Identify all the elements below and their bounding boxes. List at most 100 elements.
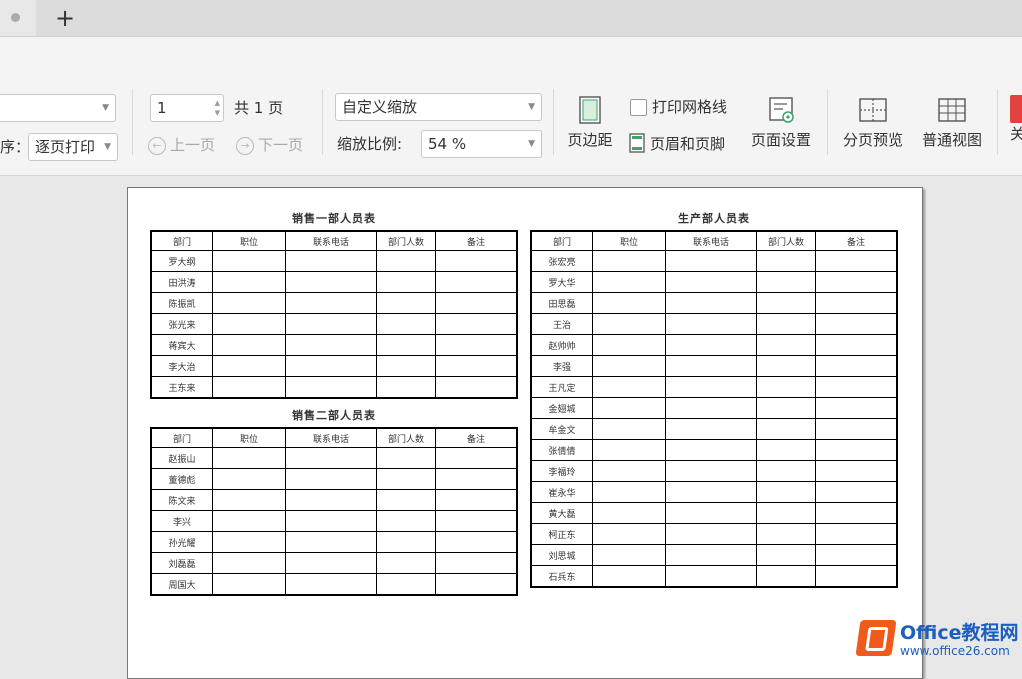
normal-view-button[interactable]: 普通视图 xyxy=(917,95,987,150)
empty-cell xyxy=(212,250,286,272)
zoom-ratio-select[interactable]: 54 % ▼ xyxy=(421,130,542,158)
prev-page-button[interactable]: ← 上一页 xyxy=(148,131,215,159)
name-cell: 牟金文 xyxy=(530,418,593,440)
empty-cell xyxy=(212,313,286,335)
empty-cell xyxy=(592,397,666,419)
name-cell: 王东来 xyxy=(150,376,213,399)
empty-cell xyxy=(376,573,436,596)
tab-close-dot-icon[interactable] xyxy=(11,13,20,22)
production-sheet: 生产部人员表 部门 职位 联系电话 部门人数 备注 张宏亮 罗大华 田思磊 王治 赵帅帅 李强 王凡定… xyxy=(530,210,898,588)
table-row: 陈振凯 xyxy=(150,292,518,314)
empty-cell xyxy=(815,292,898,314)
empty-cell xyxy=(435,573,518,596)
page-margin-button[interactable]: 页边距 xyxy=(562,95,618,150)
empty-cell xyxy=(756,376,816,398)
empty-cell xyxy=(212,573,286,596)
empty-cell xyxy=(376,334,436,356)
empty-cell xyxy=(212,447,286,469)
name-cell: 赵振山 xyxy=(150,447,213,469)
empty-cell xyxy=(212,531,286,553)
empty-cell xyxy=(665,271,757,293)
name-cell: 罗大纲 xyxy=(150,250,213,272)
table-row: 李强 xyxy=(530,355,898,377)
empty-cell xyxy=(756,250,816,272)
empty-cell xyxy=(756,355,816,377)
empty-cell xyxy=(756,439,816,461)
empty-cell xyxy=(815,313,898,335)
table-row: 石兵东 xyxy=(530,565,898,588)
empty-cell xyxy=(665,313,757,335)
empty-cell xyxy=(665,376,757,398)
table-row: 孙光耀 xyxy=(150,531,518,553)
header-footer-button[interactable]: 页眉和页脚 xyxy=(628,130,725,158)
empty-cell xyxy=(815,523,898,545)
table-header-row: 部门 职位 联系电话 部门人数 备注 xyxy=(150,427,518,448)
table-row: 赵帅帅 xyxy=(530,334,898,356)
empty-cell xyxy=(435,250,518,272)
empty-cell xyxy=(756,334,816,356)
column-header: 部门人数 xyxy=(376,230,436,251)
name-cell: 陈文来 xyxy=(150,489,213,511)
sales-dept1-sheet: 销售一部人员表 部门 职位 联系电话 部门人数 备注 罗大纲 田洪涛 陈振凯 张光来 蒋宾大 李大治… xyxy=(150,210,518,399)
empty-cell xyxy=(435,271,518,293)
name-cell: 张光来 xyxy=(150,313,213,335)
table-row: 李兴 xyxy=(150,510,518,532)
empty-cell xyxy=(756,544,816,566)
empty-cell xyxy=(665,334,757,356)
page-number-input[interactable]: 1 ▲ ▼ xyxy=(150,94,224,122)
table-row: 罗大华 xyxy=(530,271,898,293)
printer-select[interactable]: ▼ xyxy=(0,94,116,122)
empty-cell xyxy=(212,271,286,293)
name-cell: 李大治 xyxy=(150,355,213,377)
empty-cell xyxy=(285,292,377,314)
name-cell: 周国大 xyxy=(150,573,213,596)
column-header: 职位 xyxy=(212,230,286,251)
page-break-icon xyxy=(859,98,887,122)
table-row: 刘思城 xyxy=(530,544,898,566)
empty-cell xyxy=(376,552,436,574)
name-cell: 王治 xyxy=(530,313,593,335)
empty-cell xyxy=(665,565,757,588)
name-cell: 陈振凯 xyxy=(150,292,213,314)
table-row: 崔永华 xyxy=(530,481,898,503)
zoom-mode-select[interactable]: 自定义缩放 ▼ xyxy=(335,93,542,121)
sales-dept1-title: 销售一部人员表 xyxy=(292,212,376,225)
name-cell: 王凡定 xyxy=(530,376,593,398)
empty-cell xyxy=(212,334,286,356)
empty-cell xyxy=(665,502,757,524)
empty-cell xyxy=(376,250,436,272)
page-setup-button[interactable]: 页面设置 xyxy=(746,95,816,150)
name-cell: 田洪涛 xyxy=(150,271,213,293)
empty-cell xyxy=(376,376,436,399)
empty-cell xyxy=(212,510,286,532)
table-header-row: 部门 职位 联系电话 部门人数 备注 xyxy=(530,230,898,251)
name-cell: 石兵东 xyxy=(530,565,593,588)
next-page-button[interactable]: → 下一页 xyxy=(236,131,303,159)
empty-cell xyxy=(376,531,436,553)
name-cell: 董德彪 xyxy=(150,468,213,490)
close-icon xyxy=(1010,95,1022,123)
page-break-preview-button[interactable]: 分页预览 xyxy=(838,95,908,150)
production-title: 生产部人员表 xyxy=(678,212,750,225)
empty-cell xyxy=(756,313,816,335)
print-order-select[interactable]: 逐页打印 ▼ xyxy=(28,133,118,161)
close-preview-button[interactable]: 关 xyxy=(1010,95,1022,144)
empty-cell xyxy=(285,355,377,377)
table-row: 董德彪 xyxy=(150,468,518,490)
empty-cell xyxy=(815,397,898,419)
print-gridlines-checkbox[interactable] xyxy=(630,99,647,116)
print-gridlines-label: 打印网格线 xyxy=(652,98,728,116)
empty-cell xyxy=(815,334,898,356)
empty-cell xyxy=(285,468,377,490)
grid-view-icon xyxy=(938,98,966,122)
empty-cell xyxy=(815,376,898,398)
page-margin-icon xyxy=(579,96,601,124)
name-cell: 田思磊 xyxy=(530,292,593,314)
name-cell: 刘磊磊 xyxy=(150,552,213,574)
page-setup-icon xyxy=(769,97,794,123)
tab-partial[interactable] xyxy=(0,0,36,36)
empty-cell xyxy=(376,510,436,532)
empty-cell xyxy=(212,552,286,574)
new-tab-button[interactable]: + xyxy=(55,4,75,32)
table-row: 柯正东 xyxy=(530,523,898,545)
